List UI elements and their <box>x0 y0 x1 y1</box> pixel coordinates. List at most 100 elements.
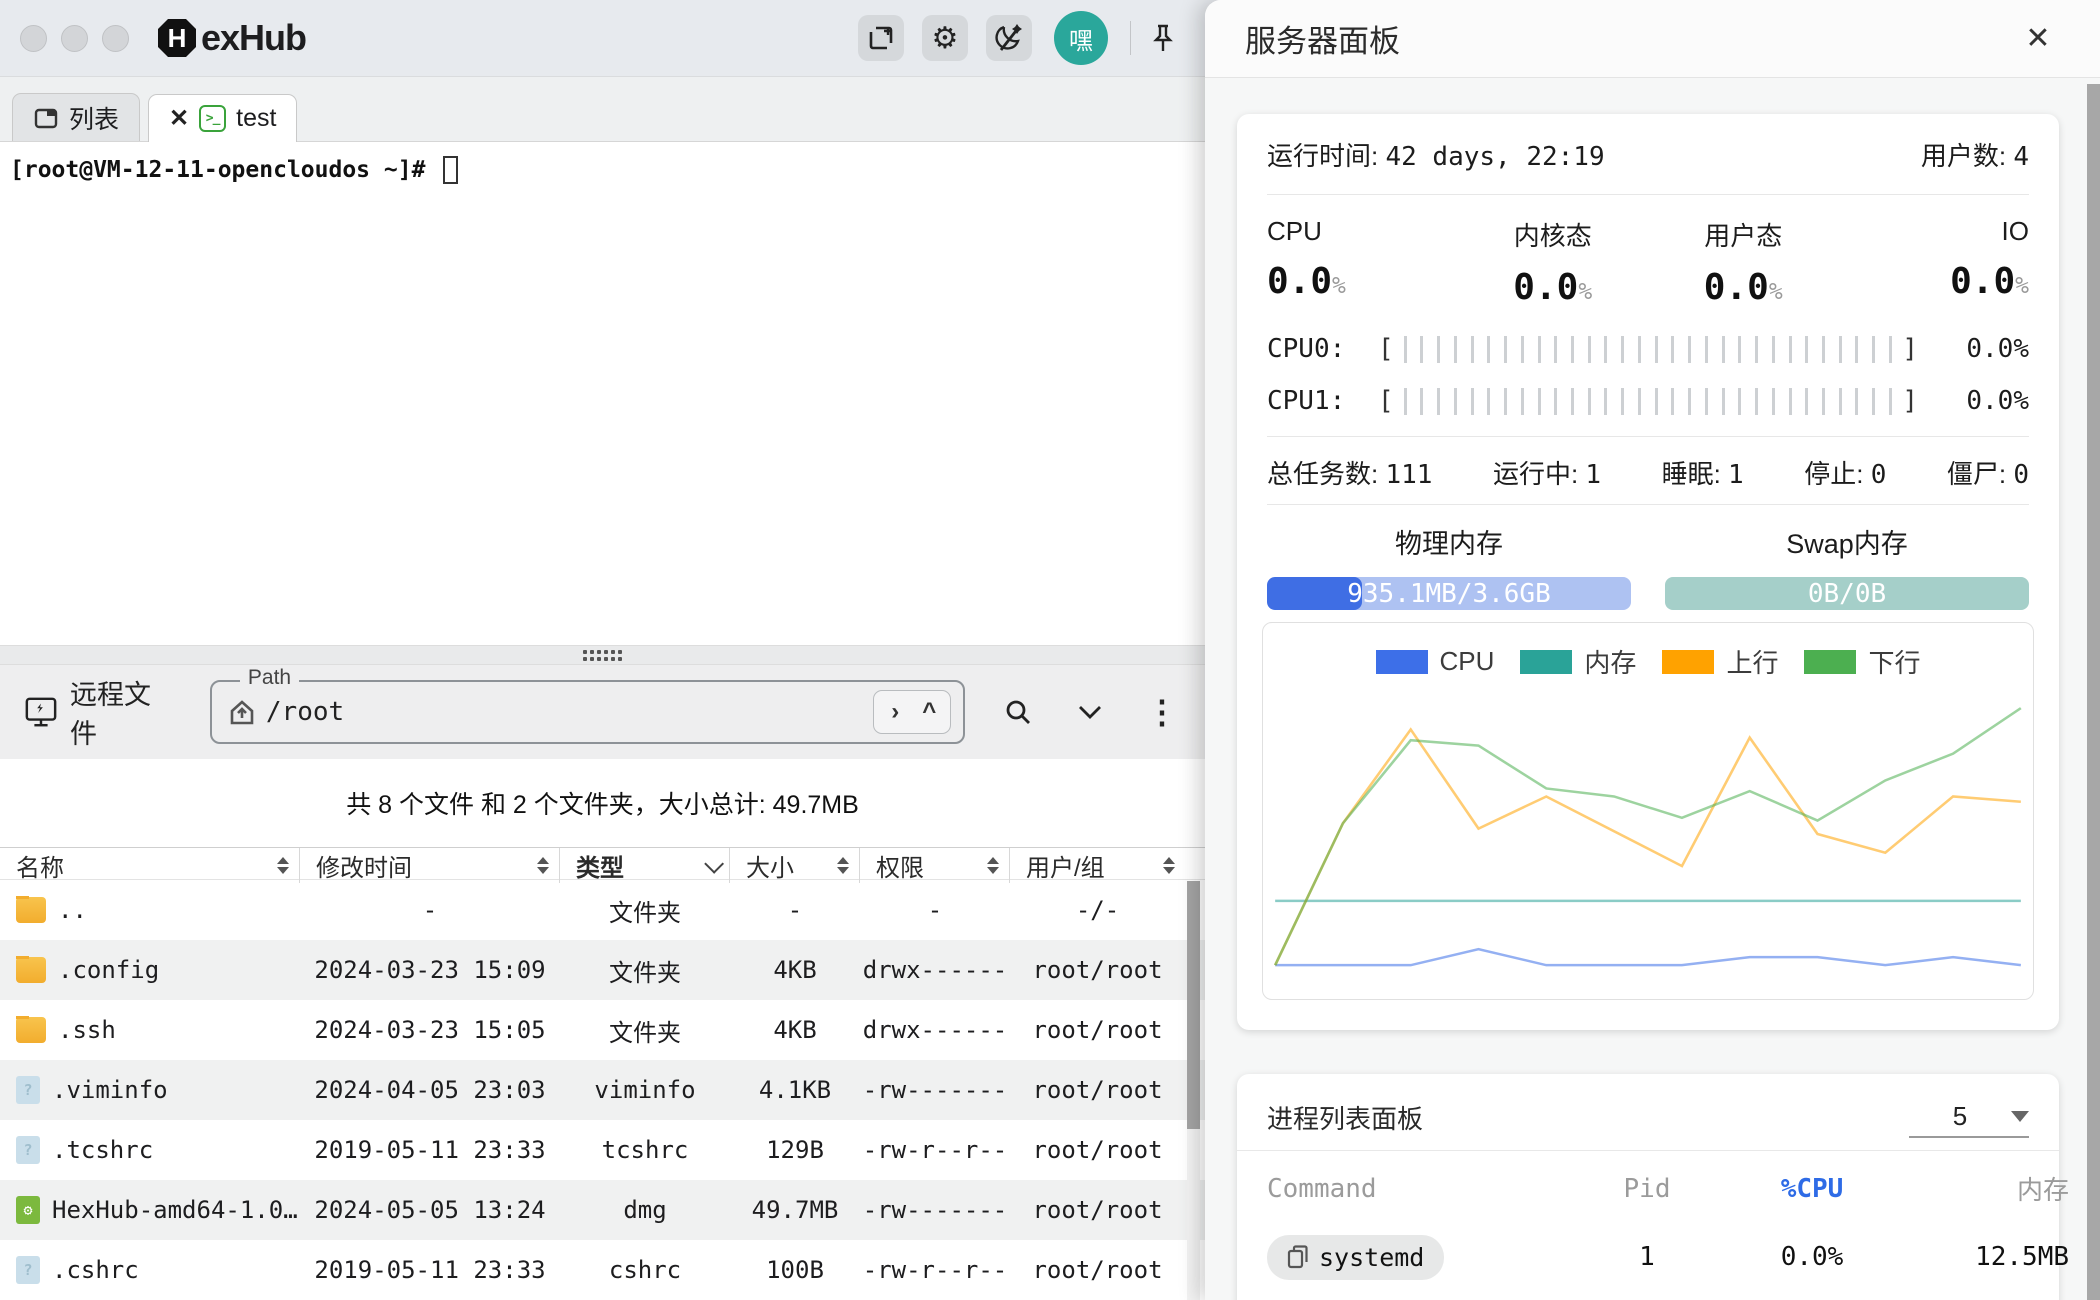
file-name-cell: .. <box>0 896 300 924</box>
folder-icon <box>16 1017 46 1043</box>
file-summary: 共 8 个文件 和 2 个文件夹，大小总计: 49.7MB <box>0 759 1205 847</box>
new-session-button[interactable] <box>858 15 904 61</box>
table-row[interactable]: ?.viminfo2024-04-05 23:03viminfo4.1KB-rw… <box>0 1060 1205 1120</box>
legend-swatch <box>1662 650 1714 674</box>
gauge-value: 0.0% <box>1924 386 2029 416</box>
pane-splitter[interactable] <box>0 645 1205 665</box>
legend-swatch <box>1804 650 1856 674</box>
file-mtime-cell: 2024-04-05 23:03 <box>300 1076 560 1104</box>
filter-chevron-icon[interactable] <box>704 853 724 873</box>
pin-icon <box>1150 23 1176 53</box>
process-column-Pid[interactable]: Pid <box>1567 1174 1727 1204</box>
tab-list-label: 列表 <box>69 100 119 136</box>
panel-scrollbar[interactable] <box>2087 84 2100 1300</box>
remote-files-label: 远程文件 <box>70 673 172 751</box>
sort-icon[interactable] <box>987 857 999 874</box>
metrics-chart: CPU内存上行下行 <box>1262 622 2034 1000</box>
file-perm-cell: -rw------- <box>860 1076 1010 1104</box>
stat-value: 0.0% <box>1950 261 2029 302</box>
legend-item-上行: 上行 <box>1662 643 1778 680</box>
more-options-button[interactable]: ⋮ <box>1143 692 1181 732</box>
close-tab-icon[interactable]: ✕ <box>169 104 189 133</box>
sort-icon[interactable] <box>537 857 549 874</box>
column-label: 修改时间 <box>316 848 537 883</box>
column-header-类型[interactable]: 类型 <box>560 848 730 883</box>
tab-list[interactable]: 列表 <box>12 93 140 141</box>
cpu-gauge-0: CPU0:[]0.0% <box>1267 332 2029 366</box>
sort-icon[interactable] <box>277 857 289 874</box>
path-forward-button[interactable]: › <box>880 698 910 726</box>
file-size-cell: 129B <box>730 1136 860 1164</box>
line-chart <box>1263 680 2033 999</box>
file-owner-cell: root/root <box>1010 1196 1185 1224</box>
column-header-权限[interactable]: 权限 <box>860 848 1010 883</box>
theme-toggle-button[interactable] <box>986 15 1032 61</box>
process-column-Command[interactable]: Command <box>1267 1174 1567 1204</box>
swap-memory-value: 0B/0B <box>1665 577 2029 610</box>
stat-内核态: 内核态0.0% <box>1458 216 1649 308</box>
file-table-body: ..-文件夹---/-.config2024-03-23 15:09文件夹4KB… <box>0 880 1205 1300</box>
sort-icon[interactable] <box>837 857 849 874</box>
tab-test[interactable]: ✕ >_ test <box>148 94 297 142</box>
column-header-用户/组[interactable]: 用户/组 <box>1010 848 1185 883</box>
column-header-修改时间[interactable]: 修改时间 <box>300 848 560 883</box>
file-type-cell: dmg <box>560 1196 730 1224</box>
settings-button[interactable]: ⚙ <box>922 15 968 61</box>
file-table-scrollbar[interactable] <box>1187 881 1200 1300</box>
terminal-area[interactable]: [root@VM-12-11-opencloudos ~]# <box>0 142 1205 645</box>
process-row[interactable]: systemd10.0%12.5MB <box>1267 1224 2029 1290</box>
command-pill[interactable]: systemd <box>1267 1235 1444 1280</box>
gauge-pipes <box>1400 388 1897 415</box>
file-perm-cell: -rw-r--r-- <box>860 1256 1010 1284</box>
minimize-window-button[interactable] <box>61 25 88 52</box>
file-type-cell: 文件夹 <box>560 893 730 928</box>
close-panel-button[interactable]: ✕ <box>2016 21 2060 56</box>
process-command-cell: systemd <box>1267 1235 1567 1280</box>
file-name: .. <box>58 896 87 924</box>
app-title: exHub <box>201 17 306 59</box>
column-header-大小[interactable]: 大小 <box>730 848 860 883</box>
bracket: [ <box>1372 334 1400 364</box>
stat-value: 0.0% <box>1704 267 1783 308</box>
table-row[interactable]: .config2024-03-23 15:09文件夹4KBdrwx------r… <box>0 940 1205 1000</box>
close-window-button[interactable] <box>20 25 47 52</box>
task-运行中:: 运行中: 1 <box>1493 454 1601 491</box>
scrollbar-thumb[interactable] <box>1187 881 1200 1129</box>
table-row[interactable]: ?.cshrc2019-05-11 23:33cshrc100B-rw-r--r… <box>0 1240 1205 1300</box>
titlebar: H exHub ⚙ 嘿 <box>0 0 1205 76</box>
file-owner-cell: -/- <box>1010 896 1185 924</box>
zoom-window-button[interactable] <box>102 25 129 52</box>
pin-panel-button[interactable] <box>1141 16 1185 60</box>
chart-line-下行 <box>1275 708 2021 965</box>
path-input[interactable]: Path /root › ^ <box>210 680 965 744</box>
scrollbar-thumb[interactable] <box>2087 84 2100 1300</box>
home-up-icon[interactable] <box>228 698 256 726</box>
path-value[interactable]: /root <box>266 697 873 727</box>
page-size-select[interactable]: 5 <box>1909 1096 2029 1138</box>
chart-legend: CPU内存上行下行 <box>1263 623 2033 680</box>
file-type-cell: 文件夹 <box>560 953 730 988</box>
file-type-cell: 文件夹 <box>560 1013 730 1048</box>
remote-files-section: 远程文件 <box>24 673 172 751</box>
table-row[interactable]: ?.tcshrc2019-05-11 23:33tcshrc129B-rw-r-… <box>0 1120 1205 1180</box>
cpu-stats-grid: CPU0.0%内核态0.0%用户态0.0%IO0.0% <box>1267 216 2029 308</box>
table-row[interactable]: ⚙HexHub-amd64-1.0…2024-05-05 13:24dmg49.… <box>0 1180 1205 1240</box>
file-name: .ssh <box>58 1016 116 1044</box>
search-button[interactable] <box>999 692 1037 732</box>
stat-value: 0.0% <box>1513 267 1592 308</box>
file-icon: ? <box>16 1076 40 1104</box>
column-label: 权限 <box>876 848 987 883</box>
stat-value: 0.0% <box>1267 261 1458 302</box>
avatar[interactable]: 嘿 <box>1054 11 1108 65</box>
path-up-button[interactable]: ^ <box>914 698 944 726</box>
column-header-名称[interactable]: 名称 <box>0 848 300 883</box>
file-icon: ? <box>16 1256 40 1284</box>
table-row[interactable]: ..-文件夹---/- <box>0 880 1205 940</box>
table-row[interactable]: .ssh2024-03-23 15:05文件夹4KBdrwx------root… <box>0 1000 1205 1060</box>
process-column-内存[interactable]: 内存 <box>1897 1170 2069 1207</box>
sort-icon[interactable] <box>1163 857 1175 874</box>
expand-button[interactable] <box>1071 692 1109 732</box>
file-perm-cell: drwx------ <box>860 1016 1010 1044</box>
process-column-%CPU[interactable]: %CPU <box>1727 1174 1897 1204</box>
hexagon-logo-icon: H <box>155 16 199 60</box>
